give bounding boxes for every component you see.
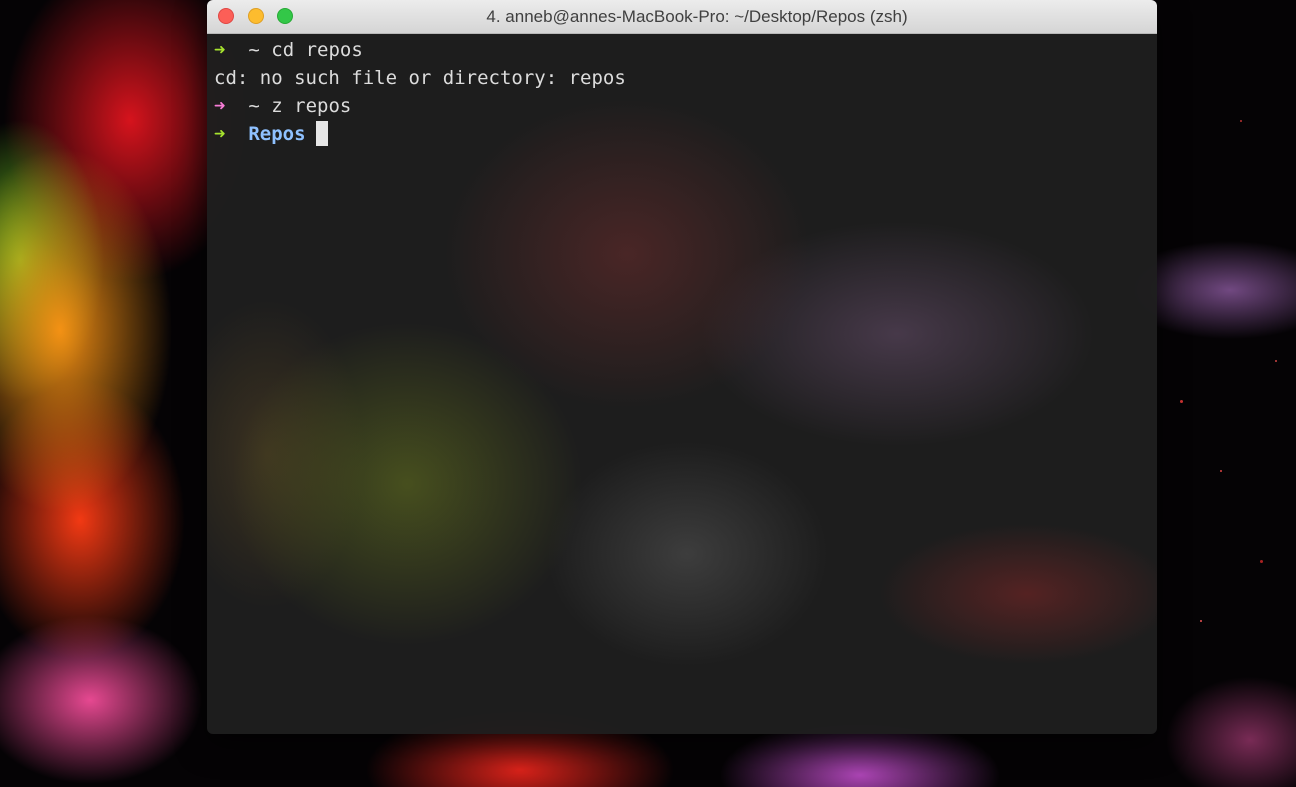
command-text: z repos: [271, 95, 352, 117]
terminal-output: cd: no such file or directory: repos: [214, 67, 626, 89]
prompt-path: ~: [248, 95, 260, 117]
window-title: 4. anneb@annes-MacBook-Pro: ~/Desktop/Re…: [486, 7, 908, 26]
terminal-line: ➜ ~ cd repos: [214, 36, 363, 64]
wallpaper-speck: [1200, 620, 1202, 622]
text-cursor: [315, 121, 328, 146]
arrow-right-icon: ➜: [214, 95, 226, 117]
command-text: cd repos: [271, 39, 363, 61]
terminal-line[interactable]: ➜ Repos: [214, 120, 328, 148]
window-titlebar[interactable]: 4. anneb@annes-MacBook-Pro: ~/Desktop/Re…: [207, 0, 1157, 34]
terminal-window[interactable]: 4. anneb@annes-MacBook-Pro: ~/Desktop/Re…: [207, 0, 1157, 734]
wallpaper-speck: [1275, 360, 1277, 362]
prompt-directory: Repos: [248, 123, 306, 145]
arrow-right-icon: ➜: [214, 39, 226, 61]
prompt-path: ~: [248, 39, 260, 61]
wallpaper-speck: [1260, 560, 1263, 563]
wallpaper-speck: [1180, 400, 1183, 403]
terminal-line: ➜ ~ z repos: [214, 92, 351, 120]
wallpaper-speck: [1220, 470, 1222, 472]
arrow-right-icon: ➜: [214, 123, 226, 145]
terminal-body[interactable]: ➜ ~ cd repos cd: no such file or directo…: [207, 34, 1157, 734]
wallpaper-speck: [1240, 120, 1242, 122]
